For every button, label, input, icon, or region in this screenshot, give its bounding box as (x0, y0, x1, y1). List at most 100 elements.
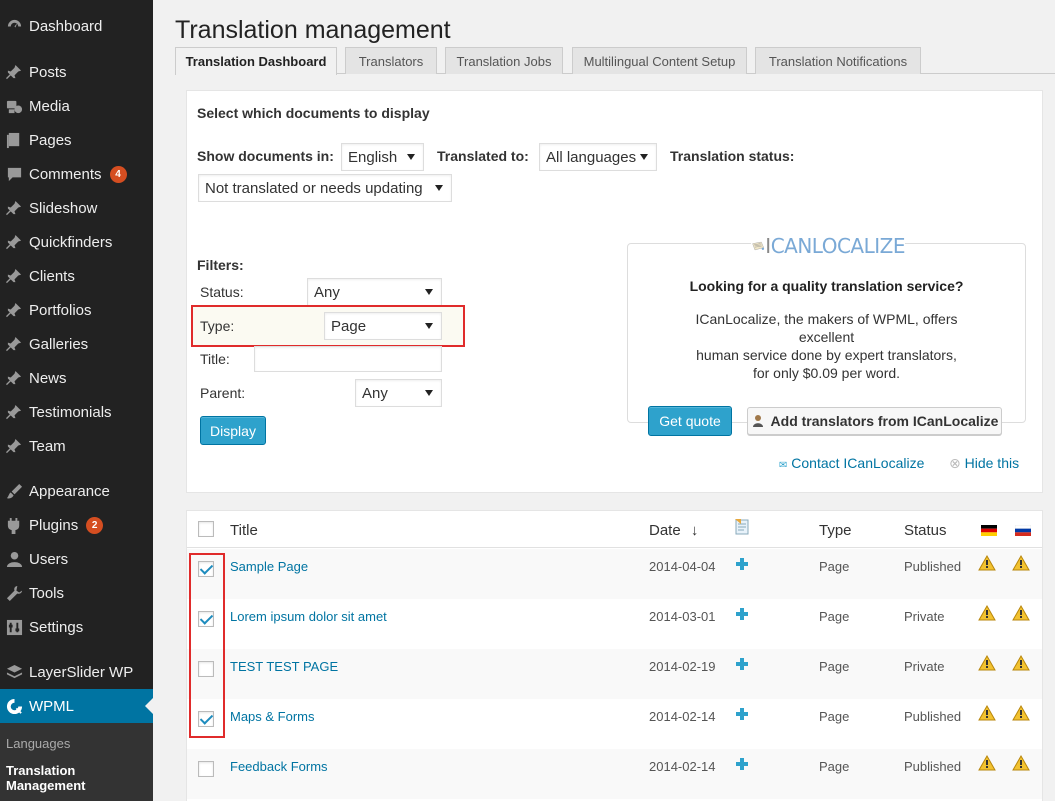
warning-icon[interactable] (978, 754, 996, 771)
type-filter-select[interactable]: Page (324, 312, 442, 340)
comments-icon (0, 166, 29, 183)
sidebar-item-label: WPML (29, 697, 74, 715)
sidebar-item-label: Users (29, 550, 69, 568)
sidebar-item-galleries[interactable]: Galleries (0, 327, 153, 361)
sidebar-item-pages[interactable]: Pages (0, 123, 153, 157)
chevron-down-icon (407, 154, 415, 160)
dismiss-icon: ⊗ (949, 455, 961, 471)
sidebar-item-posts[interactable]: Posts (0, 55, 153, 89)
warning-icon[interactable] (978, 654, 996, 671)
type-column-header: Type (819, 522, 852, 539)
warning-icon[interactable] (1012, 604, 1030, 621)
warning-icon[interactable] (1012, 754, 1030, 771)
row-title-link[interactable]: Sample Page (230, 559, 308, 574)
pin-icon (0, 234, 29, 251)
warning-icon[interactable] (978, 704, 996, 721)
sidebar-item-settings[interactable]: Settings (0, 610, 153, 644)
sidebar-item-wpml[interactable]: WPML (0, 689, 153, 723)
tab-multilingual-content-setup[interactable]: Multilingual Content Setup (572, 47, 747, 74)
sidebar-item-label: Media (29, 97, 70, 115)
row-status: Published (904, 709, 962, 724)
submenu-item-languages[interactable]: Languages (6, 736, 70, 751)
plugin-icon (0, 517, 29, 534)
sidebar-item-label: Settings (29, 618, 84, 636)
warning-icon[interactable] (1012, 704, 1030, 721)
title-filter-label: Title: (200, 351, 230, 367)
display-button[interactable]: Display (200, 416, 266, 445)
brush-icon (0, 483, 29, 500)
sidebar-item-portfolios[interactable]: Portfolios (0, 293, 153, 327)
sidebar-item-users[interactable]: Users (0, 542, 153, 576)
tab-translation-dashboard[interactable]: Translation Dashboard (175, 47, 337, 75)
translation-status-label: Translation status: (670, 148, 795, 164)
contact-link[interactable]: ✉ Contact ICanLocalize (779, 455, 924, 471)
date-column-header[interactable]: Date ↓ (649, 522, 698, 539)
row-status: Published (904, 759, 962, 774)
parent-filter-select[interactable]: Any (355, 379, 442, 407)
media-icon (0, 98, 29, 115)
sidebar-item-news[interactable]: News (0, 361, 153, 395)
row-status: Private (904, 609, 945, 624)
tab-translation-notifications[interactable]: Translation Notifications (755, 47, 921, 74)
add-translators-label: Add translators from ICanLocalize (770, 413, 999, 429)
row-title-link[interactable]: Maps & Forms (230, 709, 315, 724)
add-translation-icon[interactable] (736, 758, 748, 770)
admin-sidebar: Dashboard Posts Media Pages Comments 4 Slidesh… (0, 0, 153, 801)
dashboard-icon (0, 18, 29, 35)
sidebar-item-comments[interactable]: Comments 4 (0, 157, 153, 191)
row-title-link[interactable]: Feedback Forms (230, 759, 328, 774)
status-column-header: Status (904, 522, 947, 539)
get-quote-button[interactable]: Get quote (648, 406, 732, 436)
sidebar-item-quickfinders[interactable]: Quickfinders (0, 225, 153, 259)
pin-icon (0, 404, 29, 421)
title-filter-input[interactable] (254, 346, 442, 372)
hide-this-link[interactable]: ⊗ Hide this (949, 455, 1019, 472)
title-column-header[interactable]: Title (230, 522, 258, 539)
add-translation-icon[interactable] (736, 708, 748, 720)
translated-to-value: All languages (546, 148, 637, 166)
wpml-submenu: Languages Translation Management (0, 723, 153, 801)
tab-translators[interactable]: Translators (345, 47, 437, 74)
sidebar-item-dashboard[interactable]: Dashboard (0, 9, 153, 43)
sidebar-item-layerslider-wp[interactable]: LayerSlider WP (0, 655, 153, 689)
pin-icon (0, 336, 29, 353)
tab-translation-jobs[interactable]: Translation Jobs (445, 47, 563, 74)
note-icon (735, 519, 749, 535)
row-type: Page (819, 559, 850, 574)
translation-status-select[interactable]: Not translated or needs updating (198, 174, 452, 202)
add-translation-icon[interactable] (736, 608, 748, 620)
sidebar-item-label: News (29, 369, 67, 387)
warning-icon[interactable] (978, 604, 996, 621)
wrench-icon (0, 585, 29, 602)
add-translation-icon[interactable] (736, 658, 748, 670)
row-title-link[interactable]: Lorem ipsum dolor sit amet (230, 609, 387, 624)
contact-link-label: Contact ICanLocalize (791, 455, 925, 471)
show-documents-select[interactable]: English (341, 143, 424, 171)
warning-icon[interactable] (978, 554, 996, 571)
add-translators-button[interactable]: Add translators from ICanLocalize (747, 407, 1002, 435)
warning-icon[interactable] (1012, 654, 1030, 671)
chevron-down-icon (425, 289, 433, 295)
row-title-link[interactable]: TEST TEST PAGE (230, 659, 338, 674)
sidebar-item-clients[interactable]: Clients (0, 259, 153, 293)
submenu-item-translation-management[interactable]: Translation Management (6, 763, 116, 793)
sidebar-item-tools[interactable]: Tools (0, 576, 153, 610)
sidebar-item-team[interactable]: Team (0, 429, 153, 463)
sidebar-item-media[interactable]: Media (0, 89, 153, 123)
type-filter-value: Page (331, 317, 367, 335)
sidebar-item-label: Slideshow (29, 199, 98, 217)
sidebar-item-appearance[interactable]: Appearance (0, 474, 153, 508)
add-translation-icon[interactable] (736, 558, 748, 570)
chevron-down-icon (640, 154, 648, 160)
row-date: 2014-04-04 (649, 559, 716, 574)
sidebar-item-testimonials[interactable]: Testimonials (0, 395, 153, 429)
translated-to-select[interactable]: All languages (539, 143, 657, 171)
filter-panel: Select which documents to display Show d… (186, 90, 1043, 493)
sidebar-item-slideshow[interactable]: Slideshow (0, 191, 153, 225)
select-all-checkbox[interactable] (198, 521, 214, 537)
status-filter-select[interactable]: Any (307, 278, 442, 306)
filters-label: Filters: (197, 257, 244, 273)
row-checkbox[interactable] (198, 761, 214, 777)
sidebar-item-plugins[interactable]: Plugins 2 (0, 508, 153, 542)
warning-icon[interactable] (1012, 554, 1030, 571)
